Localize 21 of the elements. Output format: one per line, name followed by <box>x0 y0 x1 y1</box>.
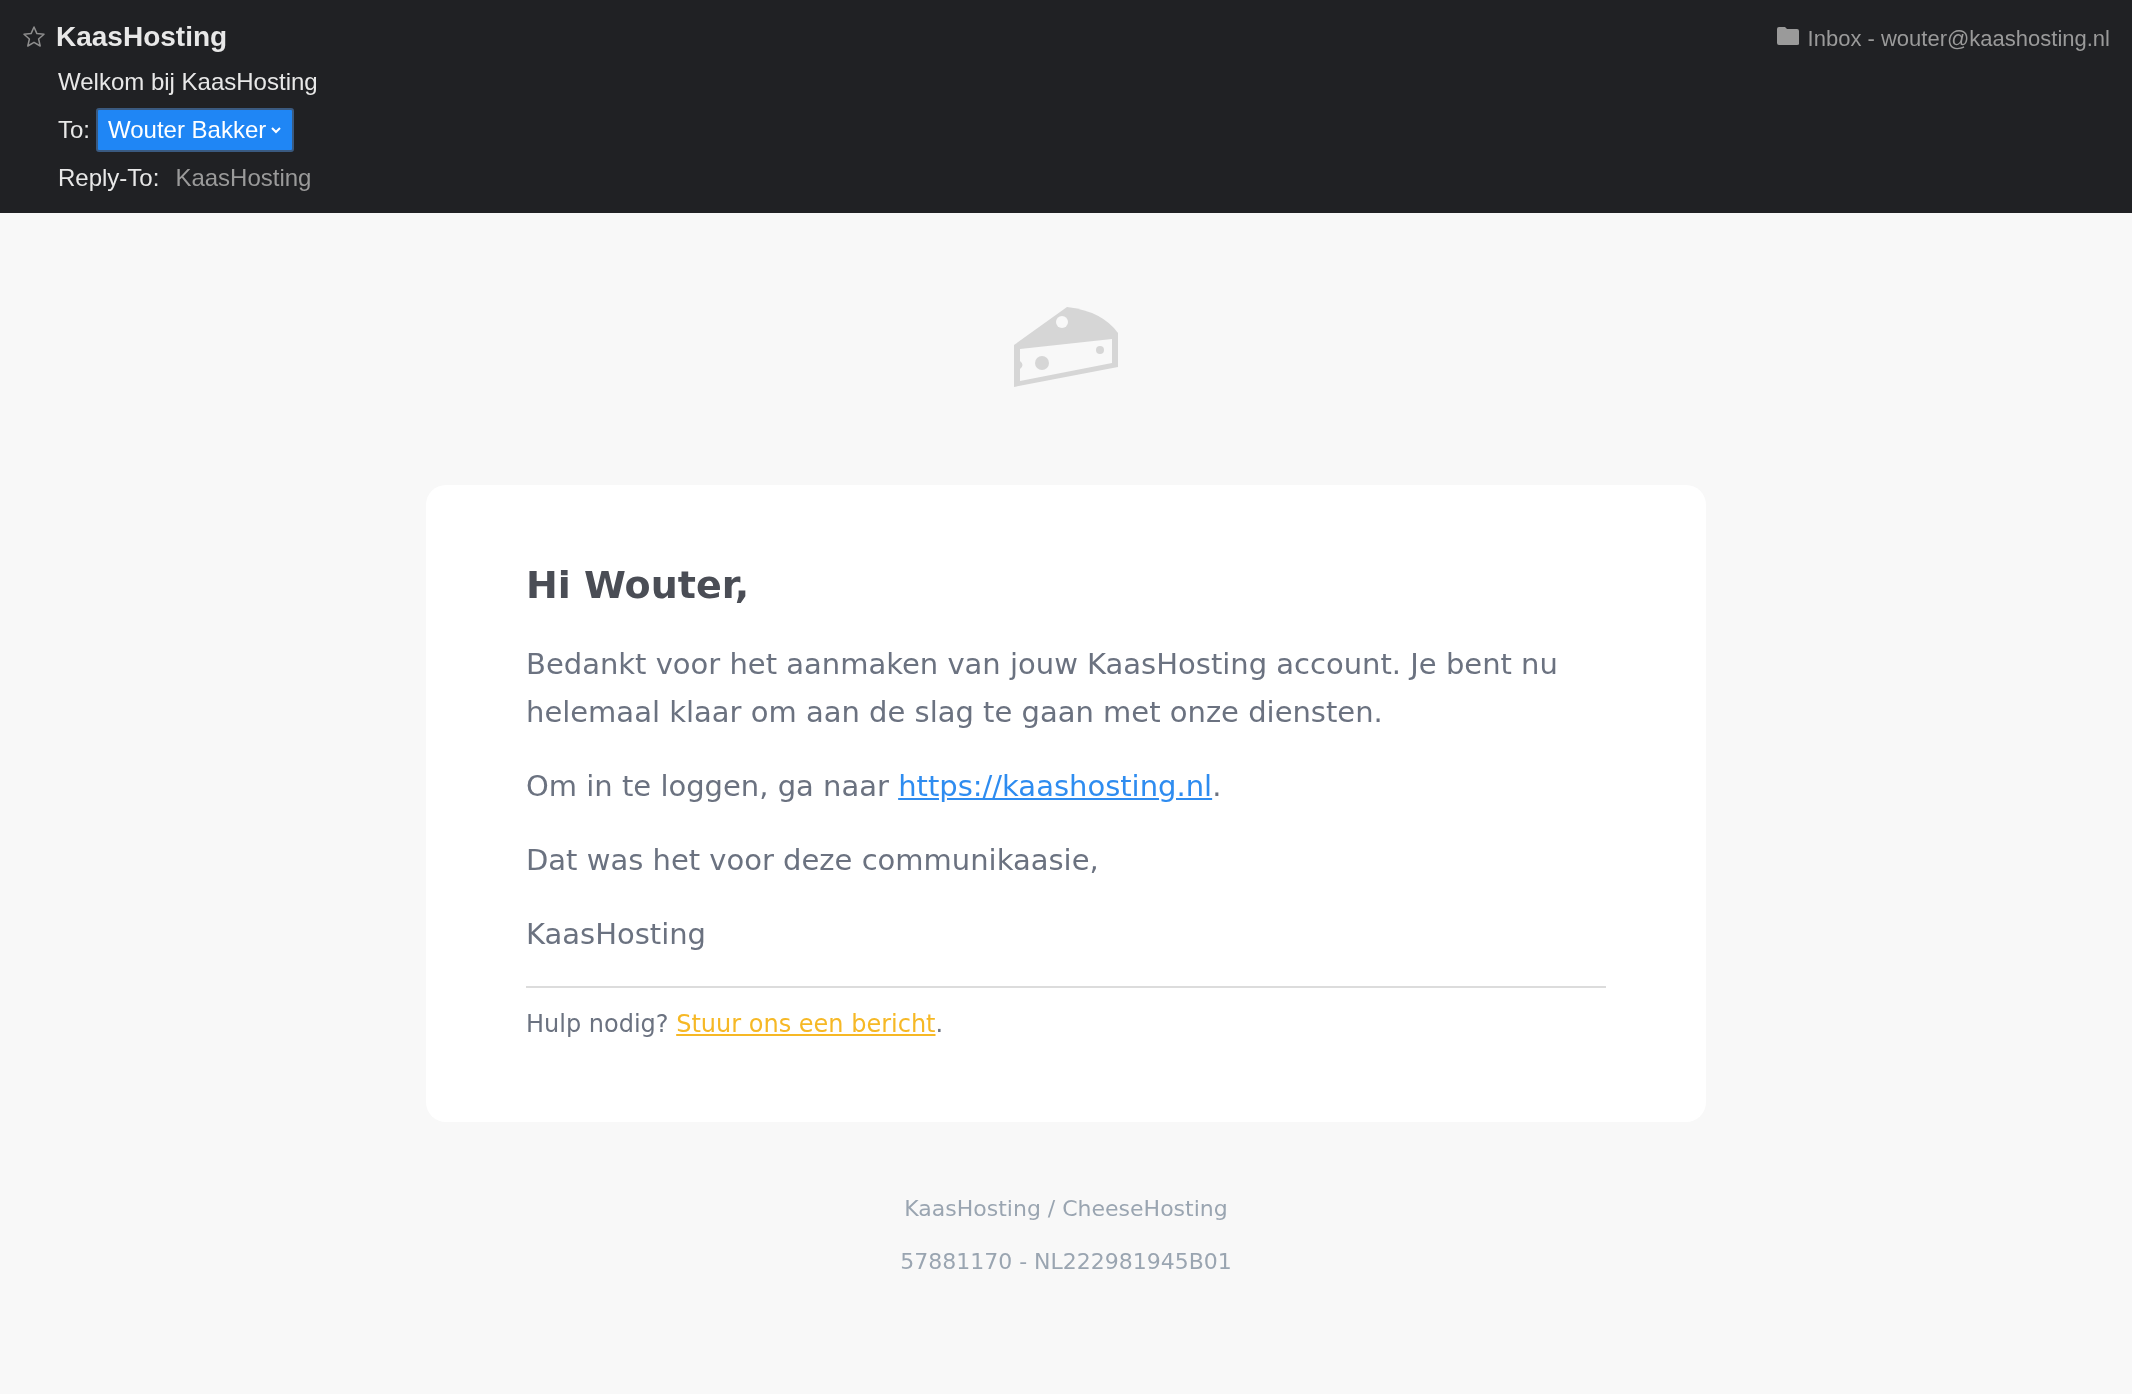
contact-link[interactable]: Stuur ons een bericht <box>676 1010 936 1038</box>
recipient-dropdown[interactable]: Wouter Bakker <box>96 108 295 152</box>
folder-icon <box>1775 26 1800 46</box>
body-paragraph: Dat was het voor deze communikaasie, <box>526 842 1100 879</box>
subject: Welkom bij KaasHosting <box>58 67 318 97</box>
website-link[interactable]: https://kaashosting.nl <box>898 769 1213 803</box>
chevron-down-icon <box>270 126 283 134</box>
cheese-icon <box>1012 305 1120 389</box>
greeting: Hi Wouter, <box>526 562 751 609</box>
body-paragraph: KaasHosting <box>526 916 708 953</box>
star-icon[interactable] <box>22 25 46 49</box>
mailbox-label: Inbox - wouter@kaashosting.nl <box>1807 25 2110 53</box>
sender-name: KaasHosting <box>56 20 228 54</box>
footer-text: KaasHosting / CheeseHosting <box>904 1195 1228 1223</box>
body-paragraph: Om in te loggen, ga naar https://kaashosting.nl. <box>526 768 1223 805</box>
help-text: Hulp nodig? Stuur ons een bericht. <box>526 1009 945 1040</box>
reply-to-label: Reply-To: <box>58 163 160 193</box>
to-label: To: <box>58 115 90 145</box>
reply-to-value: KaasHosting <box>175 163 312 193</box>
body-paragraph: Bedankt voor het aanmaken van jouw KaasHosting account. Je bent nu helemaal klaar om aan de slag te gaan met onze diensten. <box>526 646 1559 731</box>
footer-text: 57881170 - NL222981945B01 <box>900 1248 1232 1276</box>
